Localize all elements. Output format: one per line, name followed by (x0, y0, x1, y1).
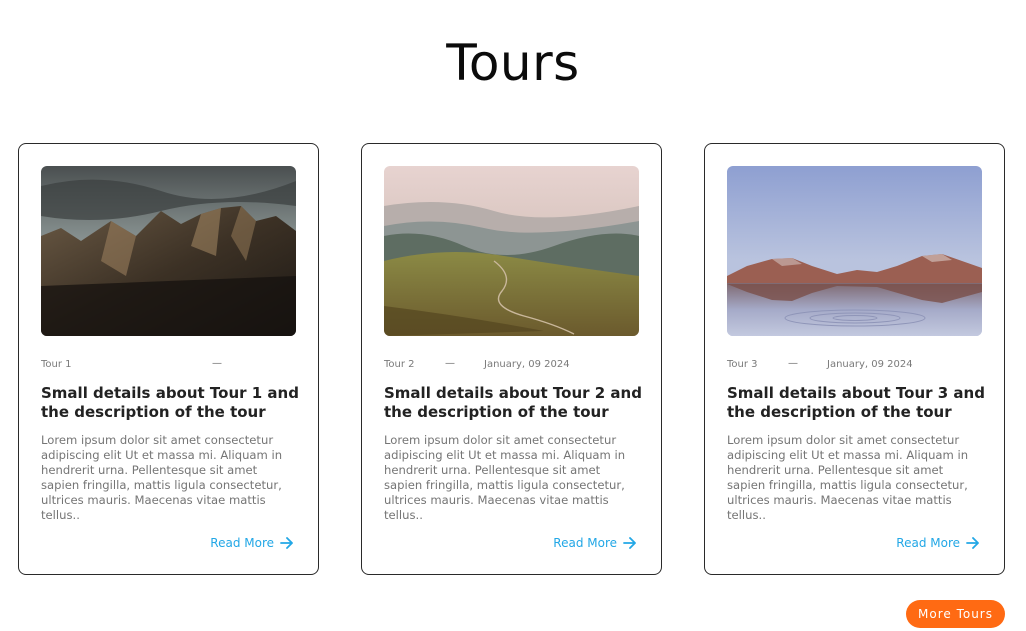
tour-description: Lorem ipsum dolor sit amet consectetur a… (384, 433, 626, 522)
tour-1-meta: Tour 1 — (41, 358, 296, 373)
read-more-link[interactable]: Read More (553, 535, 637, 551)
tour-label: Tour 3 (727, 359, 758, 370)
tour-card-3: Tour 3 — January, 09 2024 Small details … (704, 143, 1005, 575)
read-more-label: Read More (210, 536, 274, 550)
read-more-link[interactable]: Read More (896, 535, 980, 551)
read-more-label: Read More (896, 536, 960, 550)
arrow-right-icon (966, 537, 979, 549)
page-title: Tours (446, 34, 580, 92)
tour-card-1: Tour 1 — Small details about Tour 1 and … (18, 143, 319, 575)
tour-2-meta: Tour 2 — January, 09 2024 (384, 358, 639, 373)
arrow-right-icon (623, 537, 636, 549)
tour-1-image[interactable] (41, 166, 296, 336)
tour-3-image[interactable] (727, 166, 982, 336)
meta-separator: — (212, 358, 222, 369)
tour-label: Tour 1 (41, 359, 72, 370)
tour-date: January, 09 2024 (827, 359, 913, 370)
tour-description: Lorem ipsum dolor sit amet consectetur a… (41, 433, 283, 522)
meta-separator: — (788, 358, 798, 369)
meta-separator: — (445, 358, 455, 369)
tour-title: Small details about Tour 2 and the descr… (384, 384, 642, 421)
read-more-link[interactable]: Read More (210, 535, 294, 551)
tour-date: January, 09 2024 (484, 359, 570, 370)
tour-3-meta: Tour 3 — January, 09 2024 (727, 358, 982, 373)
arrow-right-icon (280, 537, 293, 549)
tour-title: Small details about Tour 1 and the descr… (41, 384, 299, 421)
tour-2-image[interactable] (384, 166, 639, 336)
tour-description: Lorem ipsum dolor sit amet consectetur a… (727, 433, 969, 522)
more-tours-button[interactable]: More Tours (906, 600, 1005, 628)
read-more-label: Read More (553, 536, 617, 550)
tour-card-2: Tour 2 — January, 09 2024 Small details … (361, 143, 662, 575)
tour-title: Small details about Tour 3 and the descr… (727, 384, 985, 421)
tour-label: Tour 2 (384, 359, 415, 370)
